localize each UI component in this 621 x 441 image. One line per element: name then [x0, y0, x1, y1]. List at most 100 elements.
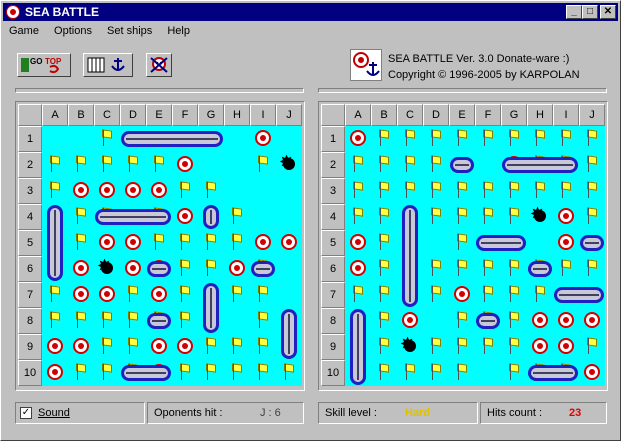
opponent-cell[interactable] [501, 334, 527, 360]
player-cell[interactable] [42, 126, 68, 152]
opponent-cell[interactable] [579, 334, 605, 360]
opponent-cell[interactable] [423, 334, 449, 360]
player-cell[interactable] [94, 308, 120, 334]
player-cell[interactable] [276, 152, 302, 178]
opponent-cell[interactable] [579, 360, 605, 386]
player-cell[interactable] [146, 334, 172, 360]
opponent-cell[interactable] [423, 126, 449, 152]
opponent-cell[interactable] [449, 308, 475, 334]
player-cell[interactable] [172, 204, 198, 230]
opponent-cell[interactable] [527, 334, 553, 360]
opponent-cell[interactable] [475, 360, 501, 386]
opponent-cell[interactable] [371, 308, 397, 334]
player-cell[interactable] [120, 152, 146, 178]
opponent-cell[interactable] [423, 360, 449, 386]
player-cell[interactable] [68, 152, 94, 178]
opponent-cell[interactable] [553, 256, 579, 282]
player-cell[interactable] [42, 178, 68, 204]
player-cell[interactable] [42, 308, 68, 334]
opponent-cell[interactable] [449, 230, 475, 256]
player-cell[interactable] [172, 256, 198, 282]
opponent-cell[interactable] [345, 256, 371, 282]
player-cell[interactable] [146, 230, 172, 256]
player-cell[interactable] [224, 178, 250, 204]
player-cell[interactable] [42, 360, 68, 386]
opponent-cell[interactable] [475, 126, 501, 152]
opponent-cell[interactable] [397, 360, 423, 386]
player-cell[interactable] [276, 178, 302, 204]
opponent-cell[interactable] [501, 178, 527, 204]
player-cell[interactable] [250, 334, 276, 360]
player-cell[interactable] [68, 360, 94, 386]
player-cell[interactable] [224, 204, 250, 230]
opponent-cell[interactable] [553, 334, 579, 360]
opponent-cell[interactable] [527, 126, 553, 152]
opponent-cell[interactable] [579, 178, 605, 204]
opponent-cell[interactable] [345, 152, 371, 178]
player-cell[interactable] [276, 256, 302, 282]
player-cell[interactable] [224, 360, 250, 386]
player-cell[interactable] [68, 230, 94, 256]
opponent-cell[interactable] [553, 178, 579, 204]
opponent-cell[interactable] [475, 334, 501, 360]
opponent-cell[interactable] [579, 126, 605, 152]
menu-game[interactable]: Game [3, 23, 45, 37]
player-cell[interactable] [94, 334, 120, 360]
player-cell[interactable] [276, 360, 302, 386]
player-cell[interactable] [172, 334, 198, 360]
player-cell[interactable] [172, 152, 198, 178]
opponent-cell[interactable] [501, 256, 527, 282]
player-cell[interactable] [250, 178, 276, 204]
player-cell[interactable] [42, 152, 68, 178]
player-cell[interactable] [276, 204, 302, 230]
go-top-button[interactable]: GO TOP [17, 53, 71, 77]
player-cell[interactable] [68, 178, 94, 204]
player-cell[interactable] [198, 334, 224, 360]
opponent-cell[interactable] [475, 204, 501, 230]
player-cell[interactable] [172, 360, 198, 386]
opponent-cell[interactable] [449, 178, 475, 204]
opponent-cell[interactable] [371, 152, 397, 178]
player-cell[interactable] [94, 126, 120, 152]
player-cell[interactable] [68, 282, 94, 308]
opponent-cell[interactable] [371, 334, 397, 360]
player-cell[interactable] [68, 308, 94, 334]
opponent-cell[interactable] [345, 178, 371, 204]
player-cell[interactable] [120, 178, 146, 204]
player-cell[interactable] [42, 334, 68, 360]
player-cell[interactable] [250, 126, 276, 152]
player-cell[interactable] [224, 334, 250, 360]
opponent-cell[interactable] [371, 256, 397, 282]
opponent-cell[interactable] [345, 126, 371, 152]
player-cell[interactable] [224, 152, 250, 178]
opponent-cell[interactable] [423, 256, 449, 282]
opponent-cell[interactable] [345, 230, 371, 256]
player-cell[interactable] [120, 230, 146, 256]
player-cell[interactable] [250, 152, 276, 178]
player-cell[interactable] [224, 282, 250, 308]
opponent-cell[interactable] [423, 152, 449, 178]
player-cell[interactable] [224, 256, 250, 282]
opponent-cell[interactable] [579, 204, 605, 230]
player-cell[interactable] [172, 282, 198, 308]
opponent-cell[interactable] [423, 230, 449, 256]
opponent-cell[interactable] [553, 126, 579, 152]
player-cell[interactable] [94, 178, 120, 204]
player-cell[interactable] [198, 230, 224, 256]
player-cell[interactable] [146, 152, 172, 178]
player-cell[interactable] [276, 282, 302, 308]
opponent-cell[interactable] [449, 204, 475, 230]
opponent-cell[interactable] [501, 282, 527, 308]
opponent-cell[interactable] [579, 308, 605, 334]
sound-label[interactable]: Sound [38, 407, 70, 419]
opponent-cell[interactable] [397, 152, 423, 178]
player-cell[interactable] [120, 308, 146, 334]
player-cell[interactable] [198, 256, 224, 282]
player-cell[interactable] [198, 360, 224, 386]
player-cell[interactable] [146, 178, 172, 204]
opponent-cell[interactable] [501, 360, 527, 386]
player-cell[interactable] [120, 256, 146, 282]
player-cell[interactable] [172, 178, 198, 204]
opponent-cell[interactable] [579, 256, 605, 282]
opponent-cell[interactable] [423, 282, 449, 308]
